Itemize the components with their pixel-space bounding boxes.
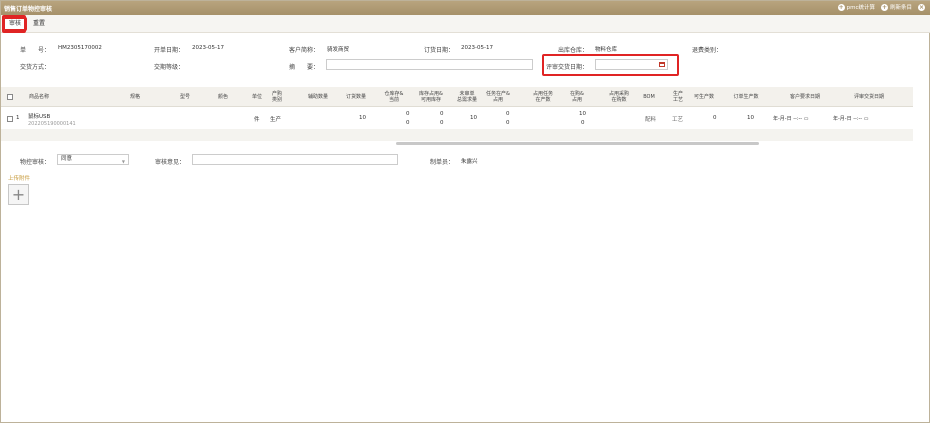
plus-circle-icon: + (880, 3, 888, 11)
pmc-calc-label: pmc统计算 (846, 5, 875, 11)
row-stock-bottom: 0 (406, 120, 410, 126)
row-process-link[interactable]: 工艺 (672, 115, 683, 123)
row-occupy-bottom: 0 (440, 120, 444, 126)
row-producible: 0 (713, 115, 717, 121)
row-task-top: 0 (506, 111, 510, 117)
table-header: 商品名称 规格 型号 颜色 单位 产购 类别 辅助数量 订货数量 仓库存& 当前… (1, 87, 913, 107)
control-label: 物控审核： (20, 159, 51, 166)
summary-label: 摘 要： (289, 64, 320, 71)
cust-date-input[interactable]: 年-月-日 --:-- ▭ (773, 115, 808, 122)
col-order-qty: 订货数量 (345, 94, 366, 100)
opinion-input[interactable] (192, 154, 398, 165)
maker-value: 朱露兴 (461, 159, 478, 165)
plus-circle-icon: + (837, 3, 845, 11)
col-bom: BOM (643, 94, 655, 100)
delivery-label: 交货方式： (20, 64, 51, 71)
table-row[interactable]: 1 鼠标USB 202205190000141 件 生产 10 0 0 0 0 … (1, 108, 913, 130)
open-date-label: 开单日期： (154, 47, 185, 54)
warehouse-value: 物料仓库 (595, 47, 618, 53)
row-task-bottom: 0 (506, 120, 510, 126)
col-stock: 仓库存& 当前 (384, 91, 404, 103)
control-select[interactable]: 同意 ▼ (57, 154, 129, 165)
chevron-down-icon: ▼ (121, 159, 125, 164)
maker-label: 制单员： (430, 159, 455, 166)
row-code: 202205190000141 (28, 121, 76, 127)
col-color: 颜色 (217, 94, 228, 100)
control-select-value: 同意 (61, 156, 73, 162)
review-date-label: 评审交货日期： (546, 64, 589, 71)
close-button[interactable]: × (918, 3, 927, 11)
title-bar: 销售订单物控审核 + pmc统计算 + 刷新条目 × (1, 1, 930, 15)
col-unit: 单位 (251, 94, 262, 100)
order-date-value: 2023-05-17 (461, 45, 493, 51)
summary-input[interactable] (326, 59, 533, 70)
approve-highlight (2, 15, 26, 33)
col-occupy: 库存占用& 可用库存 (419, 91, 443, 103)
opinion-label: 审核意见： (155, 159, 186, 166)
upload-label: 上传附件 (8, 176, 31, 182)
refresh-button[interactable]: + 刷新条目 (880, 3, 912, 11)
col-unreviewed: 未审单 总需求量 (456, 91, 477, 103)
row-category: 生产 (270, 117, 282, 123)
select-all-checkbox[interactable] (7, 94, 13, 100)
col-cust-date: 客户要求日期 (789, 94, 820, 100)
cust-date-text: 年-月-日 --:-- (773, 116, 804, 122)
customer-value: 骑发商贸 (327, 47, 350, 53)
col-category: 产购 类别 (271, 91, 282, 103)
refresh-label: 刷新条目 (889, 5, 912, 11)
row-stock-top: 0 (406, 111, 410, 117)
horizontal-scrollbar[interactable] (396, 142, 759, 145)
calendar-icon: ▭ (803, 116, 809, 122)
col-buying: 在购& 占用 (570, 91, 584, 103)
col-model: 型号 (179, 94, 190, 100)
return-type-label: 退费类别： (692, 47, 723, 54)
pmc-calc-button[interactable]: + pmc统计算 (837, 3, 875, 11)
review-date-cell-input[interactable]: 年-月-日 --:-- ▭ (833, 115, 868, 122)
row-unreviewed: 10 (470, 115, 477, 121)
row-order-prod: 10 (747, 115, 754, 121)
col-name: 商品名称 (28, 94, 49, 100)
open-date-value: 2023-05-17 (192, 45, 224, 51)
row-buy-bottom: 0 (581, 120, 585, 126)
review-date-text: 年-月-日 --:-- (833, 116, 864, 122)
row-buy-top: 10 (579, 111, 586, 117)
customer-label: 客户简称： (289, 47, 320, 54)
col-task: 任务在产& 占用 (486, 91, 510, 103)
col-aux-qty: 辅助数量 (307, 94, 328, 100)
review-date-input[interactable] (595, 59, 668, 70)
row-name: 鼠标USB (28, 114, 51, 120)
col-order-prod: 订单生产数 (733, 94, 759, 100)
window-title: 销售订单物控审核 (4, 6, 53, 13)
col-producible: 可生产数 (693, 94, 714, 100)
calendar-icon: ▭ (863, 116, 869, 122)
plus-icon: + (11, 185, 26, 204)
doc-no-value: HM2305170002 (58, 45, 102, 51)
order-date-label: 订货日期： (424, 47, 455, 54)
titlebar-actions: + pmc统计算 + 刷新条目 × (832, 3, 927, 11)
col-process: 生产 工艺 (672, 91, 683, 103)
row-bom-link[interactable]: 配料 (645, 115, 656, 123)
window-frame: 销售订单物控审核 + pmc统计算 + 刷新条目 × 审核 重置 单 号： HM… (0, 0, 930, 423)
col-occupy-task: 占用任务 在产数 (532, 91, 553, 103)
col-review-date: 评审交货日期 (853, 94, 884, 100)
row-unit: 件 (254, 117, 260, 123)
calendar-icon (659, 62, 665, 67)
upload-button[interactable]: + (8, 184, 29, 205)
row-occupy-top: 0 (440, 111, 444, 117)
table-footer-row (1, 129, 913, 141)
row-checkbox[interactable] (7, 116, 13, 122)
warehouse-label: 出库仓库： (558, 47, 589, 54)
close-circle-icon: × (918, 3, 925, 11)
row-index: 1 (16, 115, 20, 121)
toolbar: 审核 重置 (1, 15, 930, 33)
col-occupy-buying: 占用采购 在购数 (608, 91, 629, 103)
delivery-level-label: 交期等级： (154, 64, 185, 71)
reset-button[interactable]: 重置 (29, 17, 49, 31)
col-spec: 规格 (129, 94, 140, 100)
doc-no-label: 单 号： (20, 47, 51, 54)
row-order-qty: 10 (359, 115, 366, 121)
